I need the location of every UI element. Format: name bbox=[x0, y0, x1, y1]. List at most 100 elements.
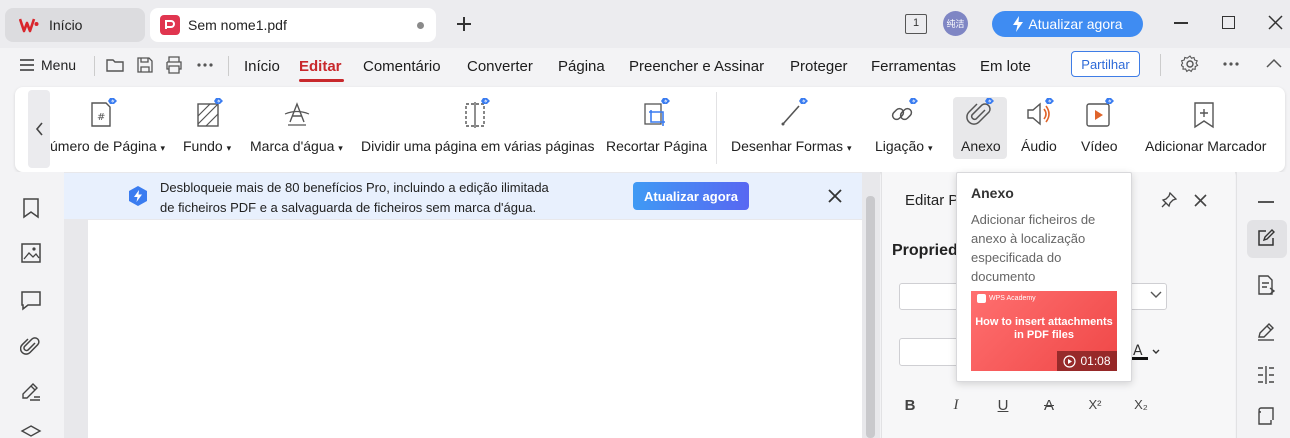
ribbon-attachment[interactable]: Anexo bbox=[961, 137, 1001, 155]
tutorial-brand: WPS Academy bbox=[977, 294, 1036, 303]
document-scrollbar[interactable] bbox=[866, 196, 875, 438]
collapse-panel-icon[interactable] bbox=[1258, 201, 1274, 203]
menu-item-editar[interactable]: Editar bbox=[299, 57, 342, 77]
tutorial-video-thumbnail[interactable]: WPS Academy How to insert attachments in… bbox=[971, 291, 1117, 371]
active-tab-indicator bbox=[299, 79, 344, 82]
tab-document[interactable]: Sem nome1.pdf bbox=[150, 8, 436, 42]
settings-gear-icon[interactable] bbox=[1181, 55, 1199, 73]
minimize-icon[interactable] bbox=[1174, 22, 1188, 24]
video-duration: 01:08 bbox=[1080, 354, 1111, 368]
ribbon-audio[interactable]: Áudio bbox=[1021, 137, 1057, 155]
chevron-down-icon: ▾ bbox=[226, 143, 232, 153]
superscript-button[interactable]: X² bbox=[1084, 397, 1106, 412]
more-horizontal-icon[interactable] bbox=[1223, 62, 1239, 66]
ribbon-draw-shapes[interactable]: Desenhar Formas ▾ bbox=[731, 137, 851, 155]
audio-icon[interactable] bbox=[1025, 98, 1055, 128]
comment-icon[interactable] bbox=[20, 289, 42, 311]
open-folder-icon[interactable] bbox=[106, 57, 124, 73]
ribbon-draw-shapes-label: Desenhar Formas bbox=[731, 138, 844, 154]
ribbon-video-label: Vídeo bbox=[1081, 138, 1118, 154]
draw-shapes-icon[interactable] bbox=[779, 98, 809, 128]
ribbon-watermark[interactable]: Marca d'água ▾ bbox=[250, 137, 343, 155]
ribbon-add-bookmark[interactable]: Adicionar Marcador bbox=[1145, 137, 1266, 155]
subscript-button[interactable]: X₂ bbox=[1130, 397, 1152, 412]
menu-item-proteger[interactable]: Proteger bbox=[790, 57, 848, 77]
page-number-icon[interactable]: # bbox=[88, 98, 118, 128]
ribbon-page-number[interactable]: úmero de Página ▾ bbox=[50, 137, 165, 155]
collapse-ribbon-icon[interactable] bbox=[1266, 58, 1282, 68]
ribbon-link[interactable]: Ligação ▾ bbox=[875, 137, 932, 155]
ribbon-video[interactable]: Vídeo bbox=[1081, 137, 1118, 155]
ribbon-crop-page[interactable]: Recortar Página bbox=[606, 137, 707, 155]
close-panel-icon[interactable] bbox=[1194, 194, 1207, 207]
chevron-down-icon[interactable] bbox=[1150, 291, 1162, 299]
svg-text:A: A bbox=[1133, 343, 1143, 359]
maximize-icon[interactable] bbox=[1222, 16, 1235, 29]
bookmark-add-icon[interactable] bbox=[1191, 101, 1221, 131]
watermark-icon[interactable] bbox=[282, 98, 312, 128]
ribbon-background[interactable]: Fundo ▾ bbox=[183, 137, 231, 155]
link-icon[interactable] bbox=[889, 98, 919, 128]
unsaved-dot-icon[interactable] bbox=[417, 22, 424, 29]
chevron-down-icon: ▾ bbox=[846, 143, 852, 153]
tab-home[interactable]: Início bbox=[5, 8, 145, 42]
strikethrough-button[interactable]: A bbox=[1038, 397, 1060, 414]
page-layout-icon[interactable]: 1 bbox=[905, 14, 927, 34]
new-tab-button[interactable] bbox=[453, 13, 475, 35]
menu-item-ferramentas[interactable]: Ferramentas bbox=[871, 57, 956, 77]
split-page-icon[interactable] bbox=[461, 98, 491, 128]
upgrade-now-button[interactable]: Atualizar agora bbox=[992, 11, 1143, 37]
font-color-icon[interactable]: A bbox=[1131, 341, 1161, 361]
close-banner-icon[interactable] bbox=[828, 189, 842, 203]
document-settings-icon[interactable] bbox=[1256, 275, 1278, 297]
avatar[interactable]: 纯洁 bbox=[943, 11, 968, 36]
ribbon-split-page[interactable]: Dividir uma página em várias páginas bbox=[361, 137, 594, 155]
print-icon[interactable] bbox=[165, 56, 183, 74]
share-button[interactable]: Partilhar bbox=[1071, 51, 1140, 77]
signature-icon[interactable] bbox=[20, 381, 42, 403]
crop-page-icon[interactable] bbox=[641, 98, 671, 128]
bold-button[interactable]: B bbox=[899, 397, 921, 414]
tooltip-description: Adicionar ficheiros de anexo à localizaç… bbox=[971, 212, 1096, 284]
menu-item-preencher-assinar[interactable]: Preencher e Assinar bbox=[629, 57, 764, 77]
thumbnail-image-icon[interactable] bbox=[20, 242, 42, 264]
background-icon[interactable] bbox=[194, 98, 224, 128]
video-icon[interactable] bbox=[1085, 98, 1115, 128]
menu-label: Menu bbox=[41, 57, 77, 73]
panel-title: Editar P bbox=[905, 192, 959, 209]
tutorial-brand-label: WPS Academy bbox=[989, 295, 1036, 302]
menu-item-converter[interactable]: Converter bbox=[467, 57, 533, 77]
scroll-document-icon[interactable] bbox=[1256, 406, 1278, 428]
chevron-down-icon: ▾ bbox=[338, 143, 343, 153]
menu-item-pagina[interactable]: Página bbox=[558, 57, 605, 77]
underline-button[interactable]: U bbox=[992, 397, 1014, 414]
banner-upgrade-button[interactable]: Atualizar agora bbox=[633, 182, 749, 210]
ribbon-watermark-label: Marca d'água bbox=[250, 138, 335, 154]
save-icon[interactable] bbox=[137, 57, 153, 73]
layers-icon[interactable] bbox=[20, 425, 42, 438]
ribbon-scroll-left-button[interactable] bbox=[28, 90, 50, 168]
menu-item-em-lote[interactable]: Em lote bbox=[980, 57, 1031, 77]
chevron-down-icon: ▾ bbox=[160, 143, 166, 153]
video-duration-badge: 01:08 bbox=[1057, 351, 1117, 371]
menu-item-inicio[interactable]: Início bbox=[244, 57, 280, 77]
divider bbox=[228, 56, 229, 76]
bookmark-icon[interactable] bbox=[20, 197, 42, 219]
compare-icon[interactable] bbox=[1256, 365, 1278, 387]
more-options-icon[interactable] bbox=[197, 63, 213, 67]
close-window-icon[interactable] bbox=[1268, 15, 1283, 30]
attachment-icon[interactable] bbox=[965, 98, 995, 128]
pin-icon[interactable] bbox=[1161, 192, 1177, 208]
divider bbox=[94, 56, 95, 76]
font-size-field[interactable] bbox=[899, 338, 959, 366]
attachment-panel-icon[interactable] bbox=[20, 335, 42, 357]
wps-logo-icon bbox=[19, 17, 39, 33]
italic-button[interactable]: I bbox=[945, 397, 967, 414]
divider bbox=[1160, 54, 1161, 76]
pdf-page[interactable] bbox=[88, 220, 862, 438]
menu-item-comentario[interactable]: Comentário bbox=[363, 57, 441, 77]
fill-sign-icon[interactable] bbox=[1256, 322, 1278, 344]
ribbon-audio-label: Áudio bbox=[1021, 138, 1057, 154]
menu-button[interactable]: Menu bbox=[20, 57, 76, 73]
edit-properties-icon[interactable] bbox=[1257, 229, 1279, 251]
